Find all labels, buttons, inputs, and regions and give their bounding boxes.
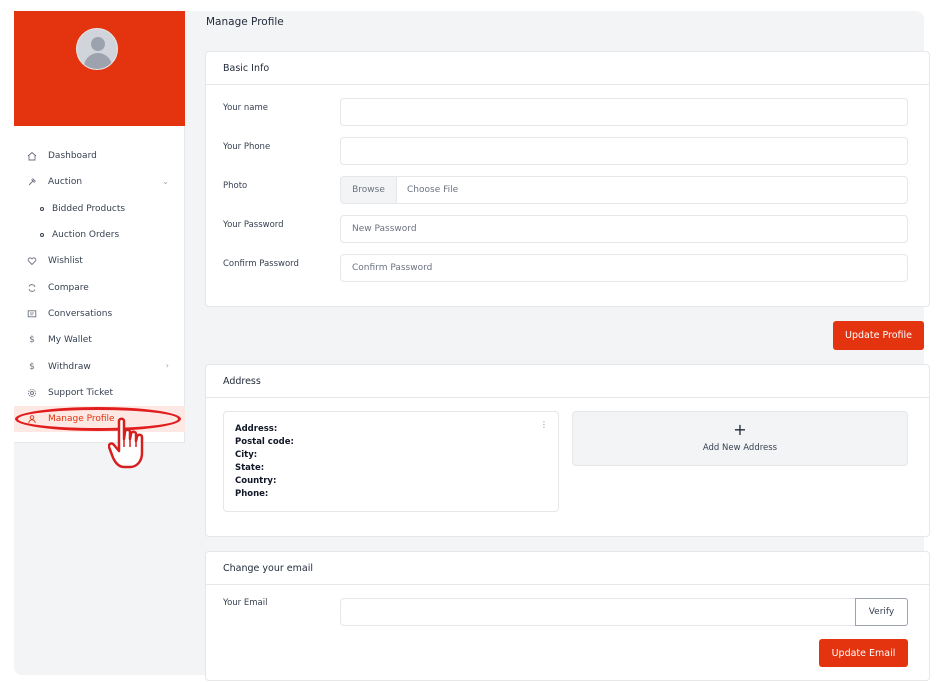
sidebar-item-label: Support Ticket <box>48 387 114 398</box>
profile-banner <box>14 11 185 126</box>
heart-icon <box>26 255 38 267</box>
phone-input[interactable] <box>340 137 908 165</box>
sidebar-item-label: Wishlist <box>48 256 83 267</box>
sidebar-item-label: Bidded Products <box>52 203 126 214</box>
sidebar-item-label: Auction Orders <box>52 230 120 241</box>
name-input[interactable] <box>340 98 908 126</box>
update-profile-button[interactable]: Update Profile <box>833 321 924 350</box>
sidebar-item-bidded-products[interactable]: Bidded Products <box>14 196 185 222</box>
add-new-address-label: Add New Address <box>702 443 778 453</box>
dollar-icon: $ <box>29 335 35 346</box>
state-field: State: <box>235 463 265 473</box>
sidebar-item-conversations[interactable]: Conversations <box>14 301 185 327</box>
name-label: Your name <box>223 103 268 113</box>
address-item-card[interactable]: Address: Postal code: City: State: Count… <box>223 411 559 512</box>
pointing-hand-icon <box>108 417 144 469</box>
city-field: City: <box>235 450 258 460</box>
postal-code-field: Postal code: <box>235 437 294 447</box>
gear-icon <box>26 387 38 399</box>
sidebar-item-label: Dashboard <box>48 151 97 162</box>
basic-info-title: Basic Info <box>206 52 929 85</box>
bullet-icon <box>40 206 44 211</box>
sidebar-item-label: Conversations <box>48 308 113 319</box>
sidebar-item-wishlist[interactable]: Wishlist <box>14 248 185 274</box>
refresh-icon <box>26 282 38 294</box>
more-options-icon[interactable]: ⋮ <box>540 420 548 429</box>
country-field: Country: <box>235 476 277 486</box>
phone-field: Phone: <box>235 489 269 499</box>
bullet-icon <box>40 233 44 238</box>
add-new-address-button[interactable]: + Add New Address <box>572 411 908 466</box>
update-email-button[interactable]: Update Email <box>819 639 908 667</box>
sidebar-item-my-wallet[interactable]: $ My Wallet <box>14 327 185 353</box>
password-label: Your Password <box>223 220 284 230</box>
file-name-field[interactable]: Choose File <box>397 176 908 204</box>
password-input[interactable]: New Password <box>340 215 908 243</box>
page-title: Manage Profile <box>206 16 284 28</box>
home-icon <box>26 150 38 162</box>
sidebar-item-label: Withdraw <box>48 361 91 372</box>
confirm-password-label: Confirm Password <box>223 259 299 269</box>
phone-label: Your Phone <box>223 142 271 152</box>
address-field: Address: <box>235 424 278 434</box>
dollar-icon: $ <box>29 361 35 372</box>
sidebar: Dashboard Auction ⌄ Bidded Products Auct… <box>14 11 185 443</box>
browse-button[interactable]: Browse <box>340 176 397 204</box>
email-label: Your Email <box>223 598 268 608</box>
highlight-annotation <box>15 407 181 431</box>
sidebar-item-compare[interactable]: Compare <box>14 274 185 300</box>
sidebar-item-auction-orders[interactable]: Auction Orders <box>14 222 185 248</box>
sidebar-item-label: My Wallet <box>48 335 92 346</box>
email-input[interactable] <box>340 598 856 626</box>
plus-icon: + <box>733 420 747 439</box>
sidebar-nav: Dashboard Auction ⌄ Bidded Products Auct… <box>14 143 185 433</box>
address-title: Address <box>206 365 929 398</box>
photo-label: Photo <box>223 181 248 191</box>
sidebar-item-dashboard[interactable]: Dashboard <box>14 143 185 169</box>
sidebar-item-support-ticket[interactable]: Support Ticket <box>14 380 185 406</box>
avatar[interactable] <box>76 28 118 70</box>
sidebar-item-withdraw[interactable]: $ Withdraw › <box>14 353 185 379</box>
chat-icon <box>26 308 38 320</box>
chevron-right-icon: › <box>165 361 169 371</box>
sidebar-item-label: Compare <box>48 282 89 293</box>
chevron-down-icon: ⌄ <box>162 177 169 187</box>
sidebar-item-label: Auction <box>48 177 83 188</box>
verify-button[interactable]: Verify <box>855 598 908 626</box>
confirm-password-input[interactable]: Confirm Password <box>340 254 908 282</box>
sidebar-item-auction[interactable]: Auction ⌄ <box>14 169 185 195</box>
change-email-title: Change your email <box>206 552 929 585</box>
gavel-icon <box>26 176 38 188</box>
